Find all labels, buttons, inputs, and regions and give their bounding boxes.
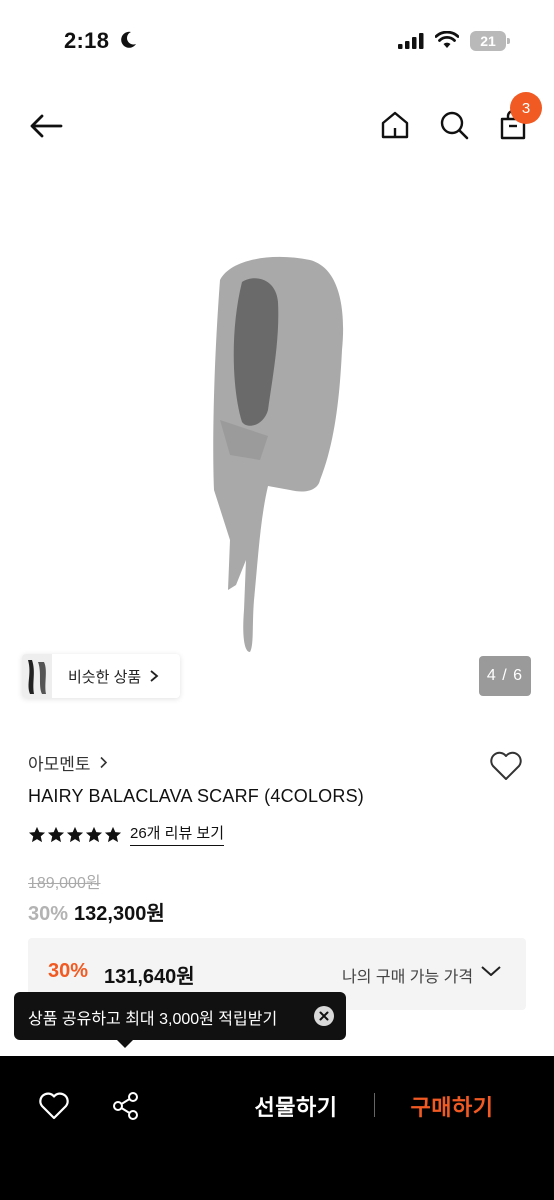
back-arrow-icon — [30, 114, 63, 138]
star-icon — [28, 826, 46, 842]
tooltip-close-button[interactable] — [314, 1006, 334, 1026]
divider — [374, 1093, 375, 1117]
status-bar: 2:18 21 — [0, 0, 554, 80]
gift-button[interactable]: 선물하기 — [236, 1086, 356, 1126]
review-link[interactable]: 26개 리뷰 보기 — [130, 822, 225, 846]
heart-icon — [490, 751, 522, 780]
sale-price: 132,300원 — [74, 903, 165, 925]
home-button[interactable] — [376, 106, 414, 144]
my-discount-rate: 30% — [48, 960, 89, 982]
image-counter: 4 / 6 — [479, 656, 531, 696]
status-time: 2:18 — [64, 28, 110, 53]
brand-link[interactable]: 아모멘토 — [28, 750, 108, 775]
battery-level: 21 — [480, 33, 496, 49]
brand-name: 아모멘토 — [28, 755, 91, 774]
rating-row: 26개 리뷰 보기 — [28, 822, 225, 846]
similar-products-label: 비슷한 상품 — [68, 668, 142, 686]
close-icon — [319, 1011, 329, 1021]
moon-icon — [121, 31, 136, 48]
chevron-down-icon — [481, 966, 501, 976]
chevron-right-icon — [150, 670, 159, 682]
similar-product-thumbnail — [22, 654, 52, 698]
cart-count-badge: 3 — [510, 92, 542, 124]
price-row: 30% 132,300원 — [28, 897, 165, 926]
cellular-signal-icon — [398, 33, 424, 49]
search-button[interactable] — [435, 106, 473, 144]
star-icon — [85, 826, 103, 842]
discount-rate: 30% — [28, 903, 69, 925]
back-button[interactable] — [26, 108, 66, 144]
share-reward-tooltip[interactable]: 상품 공유하고 최대 3,000원 적립받기 — [14, 992, 346, 1048]
rating-stars — [28, 826, 122, 843]
star-icon — [47, 826, 65, 842]
bottom-action-bar: 선물하기 구매하기 — [0, 1056, 554, 1200]
heart-icon — [39, 1092, 69, 1120]
wifi-icon — [435, 31, 459, 48]
bottom-wishlist-button[interactable] — [36, 1088, 72, 1124]
product-image[interactable] — [150, 240, 400, 670]
my-price: 131,640원 — [104, 966, 195, 988]
buy-button[interactable]: 구매하기 — [392, 1086, 512, 1126]
star-icon — [66, 826, 84, 842]
battery-icon: 21 — [470, 31, 510, 51]
product-title: HAIRY BALACLAVA SCARF (4COLORS) — [28, 786, 364, 806]
wishlist-button[interactable] — [486, 746, 526, 786]
star-icon — [104, 826, 122, 842]
home-icon — [381, 111, 409, 139]
similar-products-button[interactable]: 비슷한 상품 — [22, 654, 180, 698]
share-button[interactable] — [108, 1088, 144, 1124]
tooltip-text: 상품 공유하고 최대 3,000원 적립받기 — [28, 1011, 278, 1028]
chevron-right-icon — [99, 756, 107, 769]
search-icon — [440, 111, 469, 140]
my-price-label: 나의 구매 가능 가격 — [342, 969, 474, 986]
share-icon — [113, 1092, 138, 1120]
original-price: 189,000원 — [28, 875, 101, 892]
